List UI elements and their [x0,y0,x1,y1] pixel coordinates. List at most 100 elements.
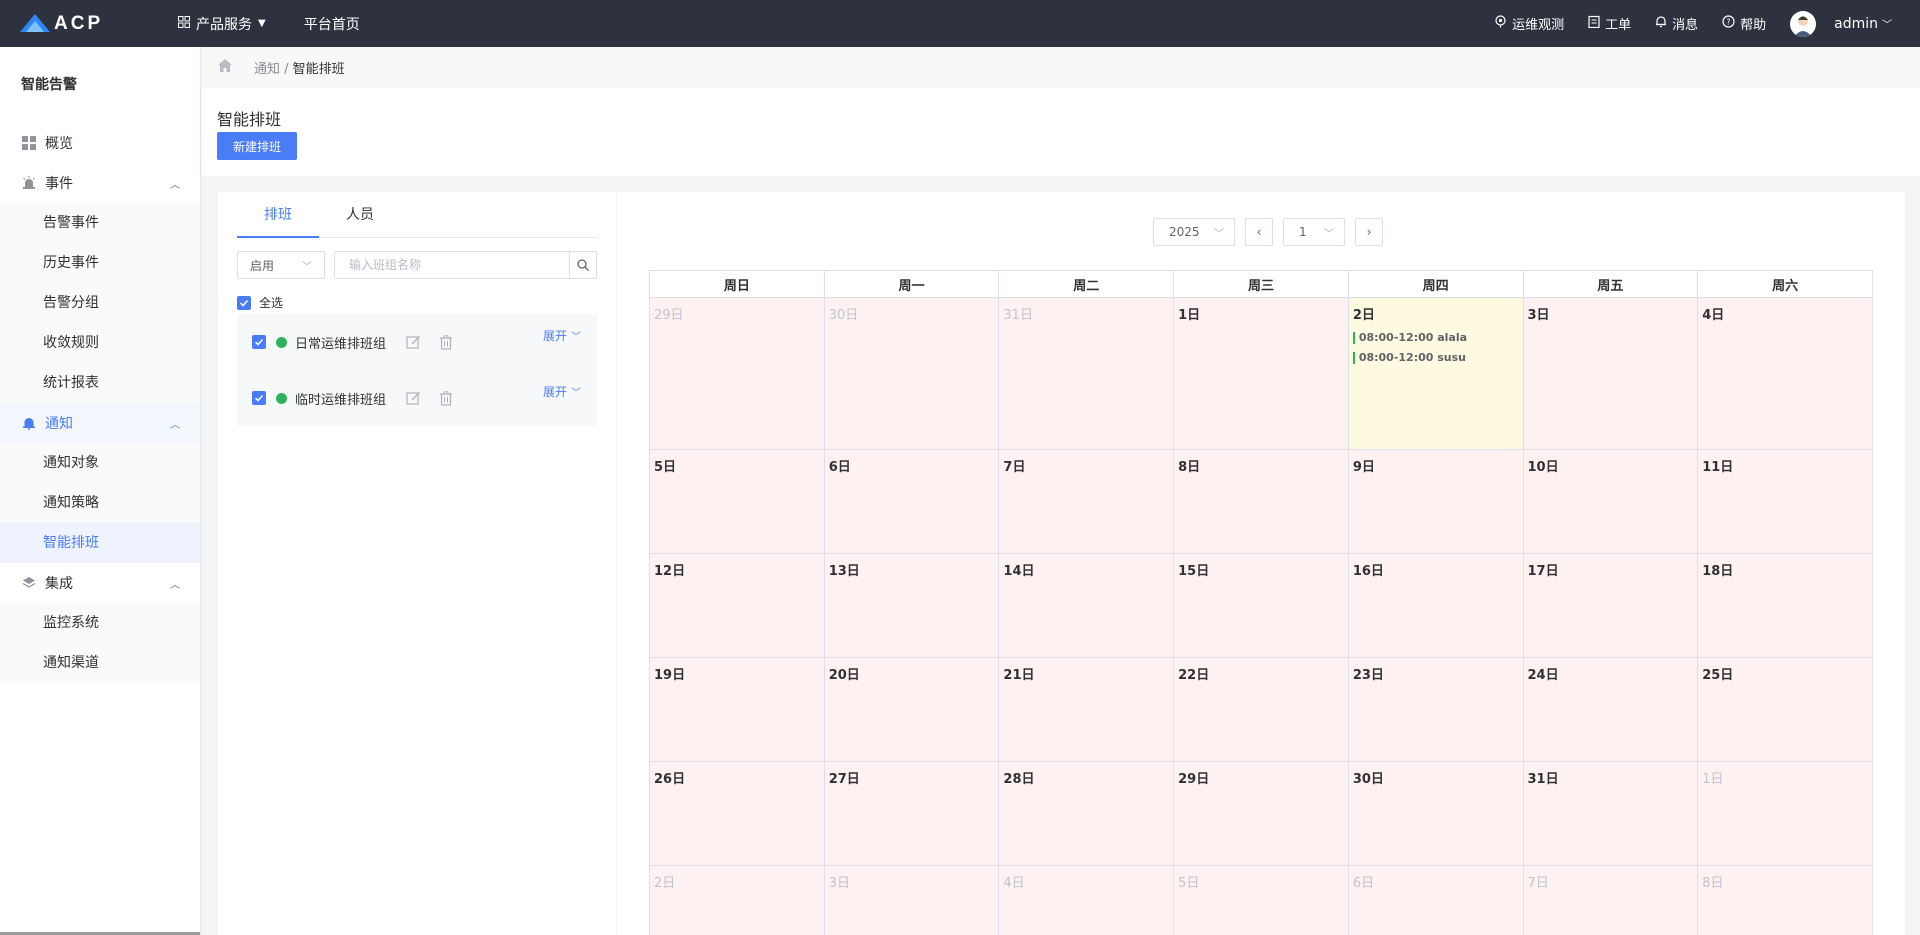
calendar-day-cell[interactable]: 6日 [823,449,1000,554]
calendar-day-cell[interactable]: 5日 [1173,865,1349,935]
ops-observe-link[interactable]: 运维观测 [1494,14,1564,33]
work-order-link[interactable]: 工单 [1588,14,1631,33]
sidebar-item-convergence-rules[interactable]: 收敛规则 [0,323,200,363]
sidebar-group-integration[interactable]: 集成 ︿ [0,563,200,603]
nav-product-services[interactable]: 产品服务 ▼ [178,14,266,34]
calendar-day-cell[interactable]: 7日 [1522,865,1699,935]
sidebar-item-monitoring-systems[interactable]: 监控系统 [0,603,200,643]
calendar-day-cell[interactable]: 26日 [649,761,825,866]
calendar-day-cell[interactable]: 29日 [1173,761,1349,866]
shift-event[interactable]: 08:00-12:00 alala [1352,331,1519,344]
year-select[interactable]: 2025 ﹀ [1153,218,1235,246]
schedule-calendar: 周日 周一 周二 周三 周四 周五 周六 29日 30日 31日 1日 2日 0… [649,270,1873,935]
tab-schedule[interactable]: 排班 [237,192,319,238]
calendar-day-cell[interactable]: 1日 [1697,761,1873,866]
calendar-day-cell[interactable]: 13日 [823,553,1000,658]
calendar-day-cell[interactable]: 30日 [823,297,1000,450]
calendar-day-cell[interactable]: 4日 [998,865,1175,935]
calendar-day-cell[interactable]: 2日 [649,865,825,935]
calendar-day-cell[interactable]: 6日 [1347,865,1524,935]
calendar-day-cell[interactable]: 11日 [1697,449,1873,554]
nav-platform-home[interactable]: 平台首页 [304,14,360,34]
calendar-day-cell[interactable]: 9日 [1347,449,1524,554]
calendar-day-cell[interactable]: 22日 [1173,657,1349,762]
calendar-day-cell[interactable]: 1日 [1173,297,1349,450]
breadcrumb-parent[interactable]: 通知 / [254,58,289,77]
calendar-day-cell-today[interactable]: 2日 08:00-12:00 alala 08:00-12:00 susu [1347,297,1524,450]
day-label: 2日 [1352,308,1375,323]
calendar-day-cell[interactable]: 19日 [649,657,825,762]
month-select[interactable]: 1 ﹀ [1283,218,1345,246]
calendar-day-cell[interactable]: 3日 [823,865,1000,935]
calendar-day-cell[interactable]: 28日 [998,761,1175,866]
calendar-day-cell[interactable]: 25日 [1697,657,1873,762]
sidebar-item-alert-events[interactable]: 告警事件 [0,203,200,243]
group-checkbox[interactable] [252,335,266,349]
help-icon: ? [1722,15,1735,32]
expand-toggle[interactable]: 展开 ﹀ [543,383,581,400]
submenu-integration: 监控系统 通知渠道 [0,603,200,683]
avatar[interactable] [1790,10,1817,37]
tab-people[interactable]: 人员 [319,192,401,238]
check-all-checkbox[interactable] [237,295,251,310]
prev-month-button[interactable]: ‹ [1245,218,1273,246]
calendar-day-cell[interactable]: 15日 [1173,553,1349,658]
calendar-day-cell[interactable]: 20日 [823,657,1000,762]
calendar-day-cell[interactable]: 8日 [1697,865,1873,935]
shift-event[interactable]: 08:00-12:00 susu [1352,351,1519,364]
delete-icon[interactable] [439,334,453,350]
calendar-day-cell[interactable]: 5日 [649,449,825,554]
sidebar-group-events[interactable]: 事件 ︿ [0,163,200,203]
delete-icon[interactable] [439,390,453,406]
group-search-input[interactable] [334,251,569,279]
calendar-day-cell[interactable]: 7日 [998,449,1175,554]
status-select[interactable]: 启用 ﹀ [237,251,325,279]
calendar-day-cell[interactable]: 4日 [1697,297,1873,450]
edit-icon[interactable] [406,391,421,406]
sidebar-item-reports[interactable]: 统计报表 [0,363,200,403]
calendar-day-cell[interactable]: 10日 [1522,449,1699,554]
day-label: 6日 [828,460,851,475]
calendar-day-cell[interactable]: 31日 [998,297,1175,450]
calendar-day-cell[interactable]: 29日 [649,297,825,450]
home-icon[interactable] [218,59,232,76]
sidebar-group-notify[interactable]: 通知 ︿ [0,403,200,443]
expand-toggle[interactable]: 展开 ﹀ [543,327,581,344]
sidebar-item-alert-groups[interactable]: 告警分组 [0,283,200,323]
calendar-day-cell[interactable]: 21日 [998,657,1175,762]
calendar-day-cell[interactable]: 31日 [1522,761,1699,866]
calendar-day-cell[interactable]: 18日 [1697,553,1873,658]
next-month-button[interactable]: › [1355,218,1383,246]
calendar-day-cell[interactable]: 30日 [1347,761,1524,866]
help-link[interactable]: ? 帮助 [1722,14,1766,33]
calendar-day-cell[interactable]: 14日 [998,553,1175,658]
logo[interactable]: ACP [20,13,140,35]
sidebar-item-notify-policies[interactable]: 通知策略 [0,483,200,523]
calendar-day-cell[interactable]: 17日 [1522,553,1699,658]
calendar-day-cell[interactable]: 8日 [1173,449,1349,554]
sidebar-item-smart-schedule[interactable]: 智能排班 [0,523,200,563]
calendar-day-cell[interactable]: 24日 [1522,657,1699,762]
edit-icon[interactable] [406,335,421,350]
sidebar-item-notify-channels[interactable]: 通知渠道 [0,643,200,683]
group-name[interactable]: 日常运维排班组 [295,333,386,352]
sidebar-item-notify-targets[interactable]: 通知对象 [0,443,200,483]
weekday-header: 周三 [1173,270,1349,298]
user-menu[interactable]: admin ﹀ [1834,16,1892,32]
search-button[interactable] [569,251,597,279]
calendar-day-cell[interactable]: 16日 [1347,553,1524,658]
calendar-day-cell[interactable]: 3日 [1522,297,1699,450]
messages-link[interactable]: 消息 [1655,14,1698,33]
group-checkbox[interactable] [252,391,266,405]
calendar-day-cell[interactable]: 12日 [649,553,825,658]
calendar-day-cell[interactable]: 27日 [823,761,1000,866]
chevron-up-icon: ︿ [170,179,180,191]
sidebar-item-overview[interactable]: 概览 [0,123,200,163]
new-schedule-button[interactable]: 新建排班 [217,132,297,160]
calendar-day-cell[interactable]: 23日 [1347,657,1524,762]
day-label: 30日 [828,308,859,323]
day-label: 19日 [654,668,686,683]
group-name[interactable]: 临时运维排班组 [295,389,386,408]
day-label: 7日 [1527,876,1549,891]
sidebar-item-history-events[interactable]: 历史事件 [0,243,200,283]
